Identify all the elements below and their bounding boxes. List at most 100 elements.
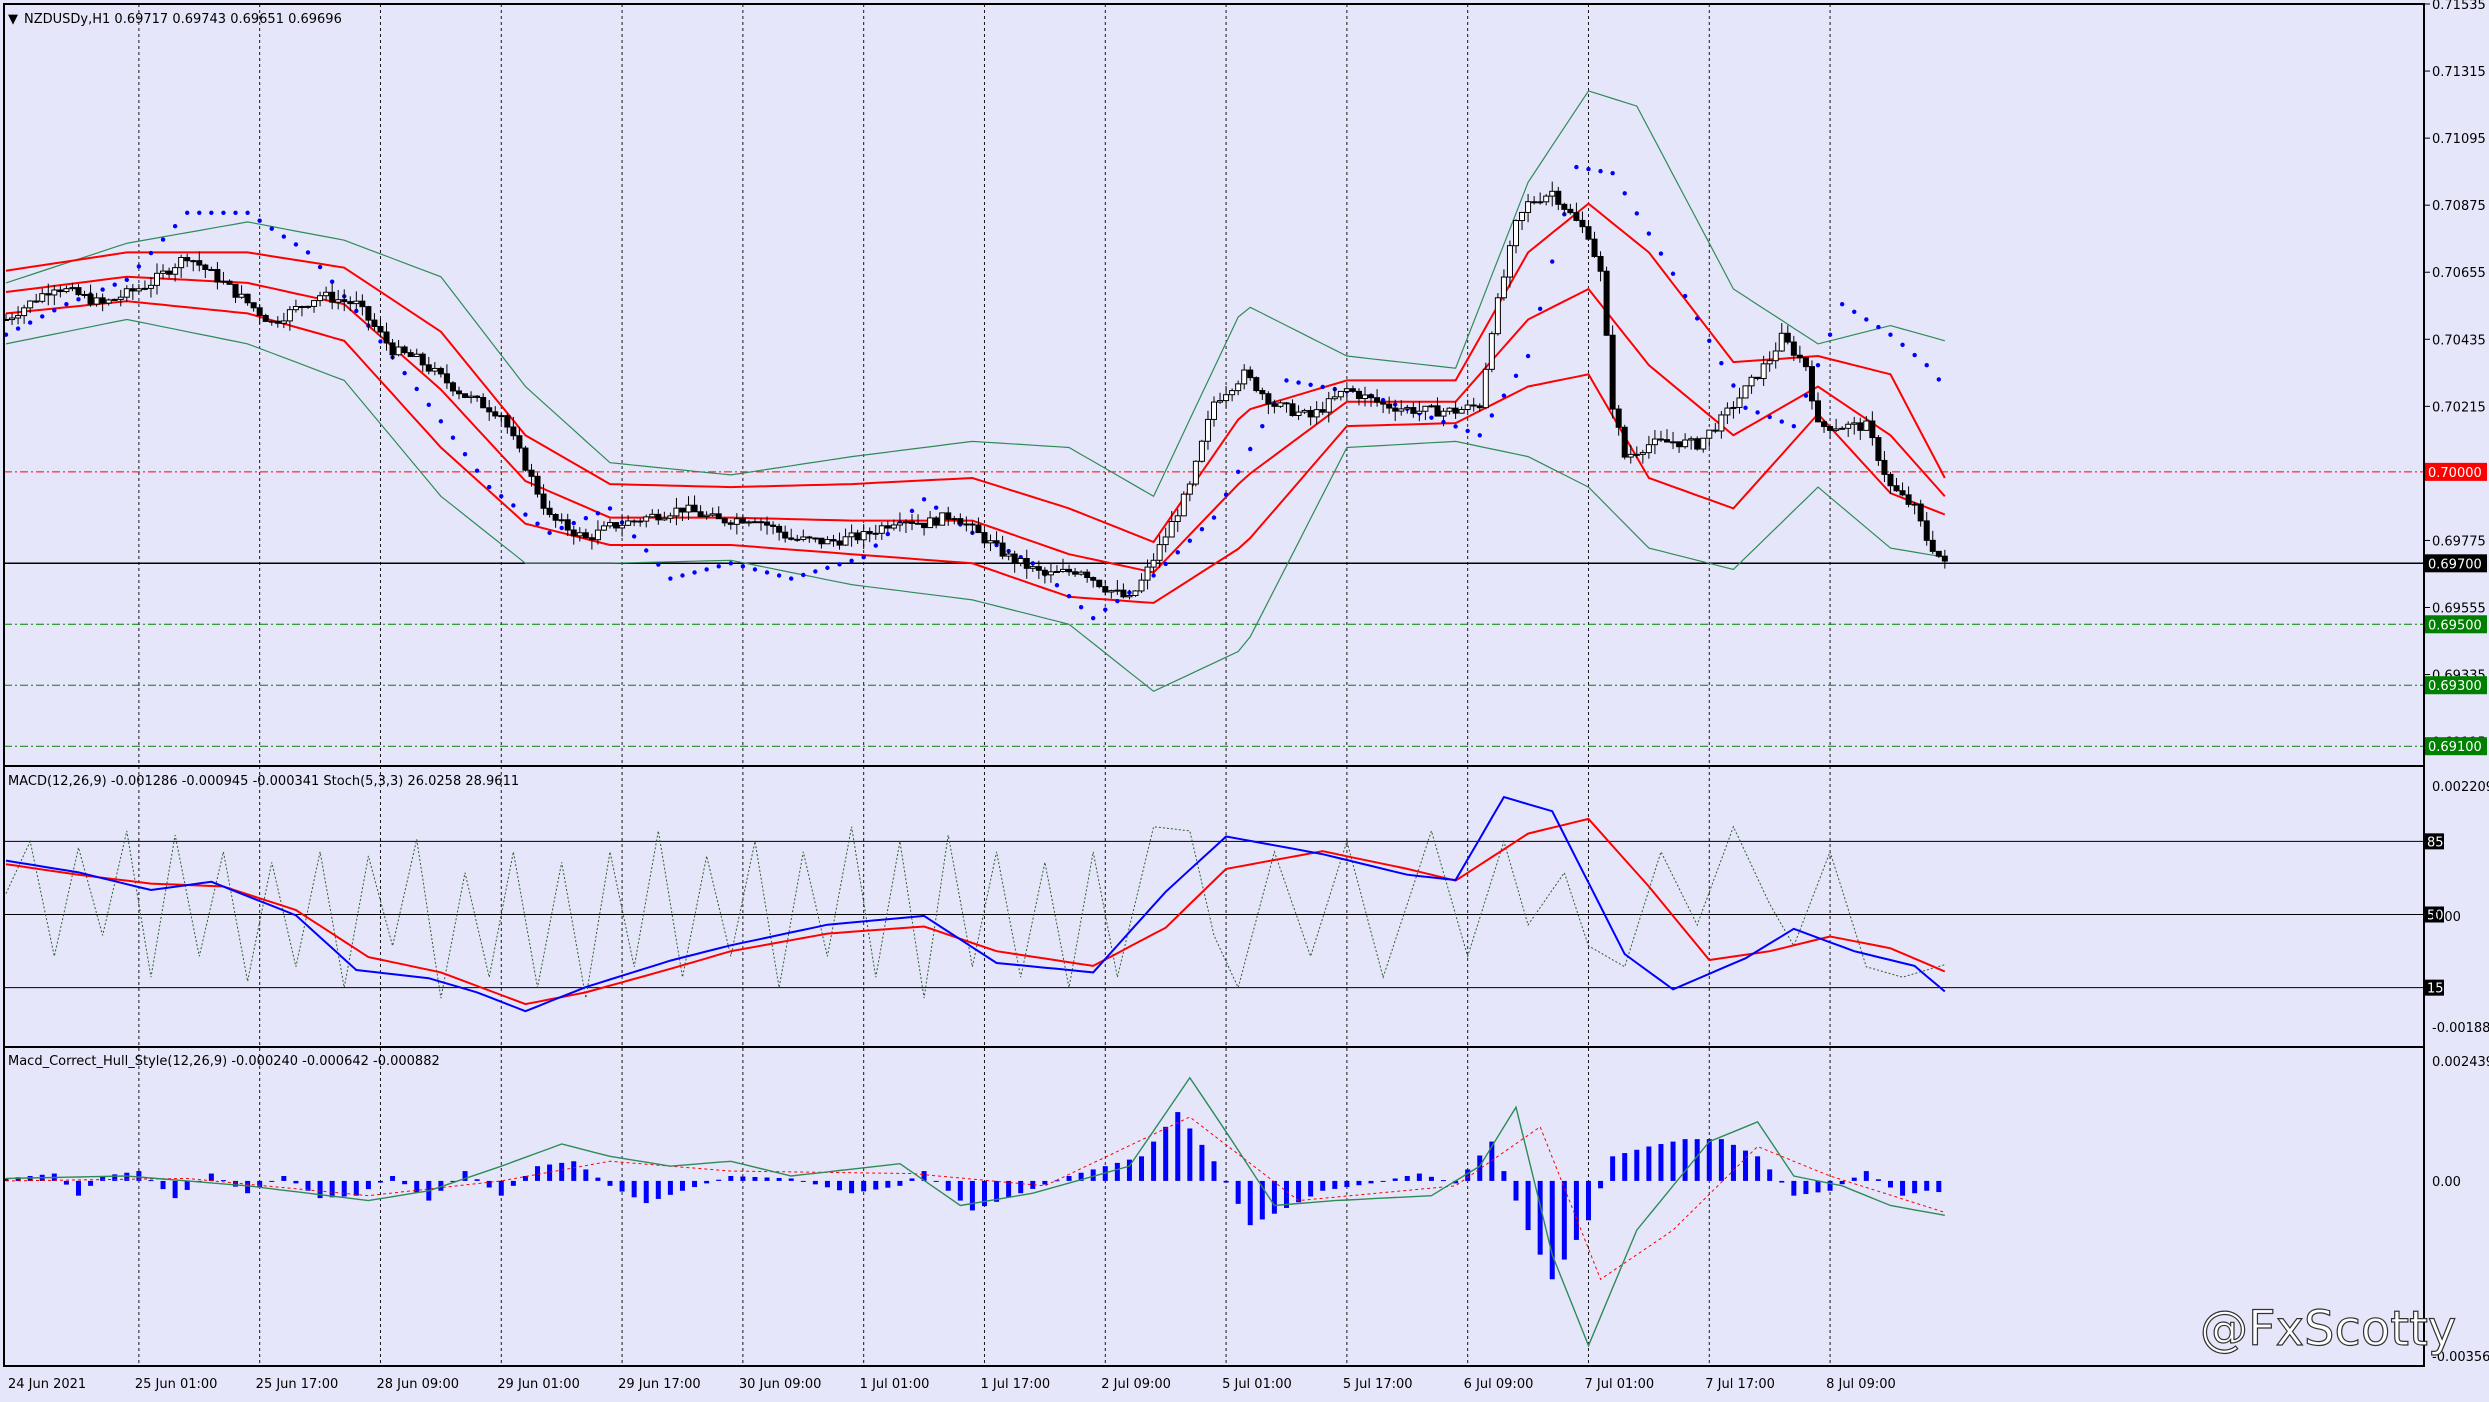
hist-bar xyxy=(1042,1180,1048,1185)
candle-body xyxy=(1277,402,1284,407)
hist-bar xyxy=(1114,1162,1120,1181)
candle-body xyxy=(1603,270,1610,336)
candle-body xyxy=(250,302,257,309)
psar-dot xyxy=(64,302,69,307)
candle-body xyxy=(1549,190,1556,197)
candle-body xyxy=(147,284,154,289)
hist-bar xyxy=(1682,1139,1688,1181)
psar-dot xyxy=(728,561,733,566)
y-tick-label: 0.71315 xyxy=(2432,65,2486,80)
candle-body xyxy=(1229,390,1236,396)
candle-body xyxy=(238,293,245,298)
candle-body xyxy=(389,342,396,356)
candle-body xyxy=(1041,569,1048,576)
hist-bar xyxy=(329,1180,335,1198)
candle-body xyxy=(1833,428,1840,431)
macd-y-label: -0.001889 xyxy=(2432,1021,2489,1036)
candle-body xyxy=(1114,589,1121,592)
candle-body xyxy=(1657,438,1664,441)
hist-bar xyxy=(1525,1180,1531,1231)
candle-body xyxy=(679,507,686,513)
candle-body xyxy=(552,513,559,521)
x-tick-label: 5 Jul 17:00 xyxy=(1343,1377,1413,1392)
hull-y-label: 0.00 xyxy=(2432,1175,2461,1190)
candle-body xyxy=(1615,408,1622,428)
candle-body xyxy=(1748,376,1755,387)
price-level-label: 0.69300 xyxy=(2428,679,2482,694)
hist-bar xyxy=(1199,1144,1205,1181)
psar-dot xyxy=(1695,316,1700,321)
candle-body xyxy=(462,393,469,398)
candle-body xyxy=(1211,401,1217,420)
candle-body xyxy=(1470,404,1477,407)
symbol-caret-icon[interactable]: ▼ xyxy=(8,12,18,27)
candle-body xyxy=(1821,421,1828,428)
psar-dot xyxy=(1634,211,1640,216)
psar-dot xyxy=(1429,415,1434,420)
watermark: @FxScotty xyxy=(2200,1301,2456,1357)
candle-body xyxy=(1929,539,1936,552)
candle-body xyxy=(739,518,746,524)
hist-bar xyxy=(933,1180,939,1182)
candle-body xyxy=(69,287,76,290)
psar-dot xyxy=(1103,607,1108,612)
hist-bar xyxy=(849,1180,855,1194)
macd-y-label: 0.00 xyxy=(2432,910,2461,925)
psar-dot xyxy=(1876,324,1881,330)
hist-bar xyxy=(281,1176,287,1181)
candle-body xyxy=(878,525,885,534)
hist-bar xyxy=(1018,1180,1024,1194)
y-tick-label: 0.70655 xyxy=(2432,266,2486,281)
psar-dot xyxy=(692,570,697,575)
candle-body xyxy=(208,269,215,272)
y-tick-label: 0.69775 xyxy=(2432,534,2486,549)
price-level-label: 0.69500 xyxy=(2428,618,2482,633)
candle-body xyxy=(1591,238,1598,258)
candle-body xyxy=(1368,394,1375,399)
psar-dot xyxy=(136,264,142,269)
hist-bar xyxy=(1755,1156,1761,1181)
candle-body xyxy=(123,288,130,298)
psar-dot xyxy=(1779,419,1784,424)
candle-body xyxy=(582,532,589,539)
y-tick-label: 0.71095 xyxy=(2432,132,2486,147)
candle-body xyxy=(286,309,293,322)
candle-body xyxy=(975,524,982,534)
chart-canvas: ▼ NZDUSDy,H1 0.69717 0.69743 0.69651 0.6… xyxy=(0,0,2489,1402)
candle-body xyxy=(1778,332,1785,352)
candle-body xyxy=(818,537,825,545)
hist-bar xyxy=(1561,1180,1567,1260)
hist-bar xyxy=(643,1180,649,1204)
candle-body xyxy=(196,260,203,266)
y-tick-label: 0.70435 xyxy=(2432,333,2486,348)
psar-dot xyxy=(317,264,323,270)
psar-dot xyxy=(1803,393,1809,398)
candle-body xyxy=(655,513,662,521)
candle-body xyxy=(425,364,432,372)
candle-body xyxy=(232,283,239,298)
candle-body xyxy=(202,264,209,271)
stoch-level-label: 85 xyxy=(2427,835,2444,850)
candle-body xyxy=(540,493,547,509)
hist-bar xyxy=(1308,1180,1314,1197)
candle-body xyxy=(999,542,1006,557)
hist-bar xyxy=(535,1166,541,1181)
candle-body xyxy=(51,289,58,296)
candle-body xyxy=(1186,483,1193,495)
candle-body xyxy=(1561,203,1568,210)
candle-body xyxy=(1343,388,1350,392)
candle-body xyxy=(691,504,698,513)
candle-body xyxy=(256,307,263,316)
candle-body xyxy=(347,301,354,305)
psar-dot xyxy=(257,218,262,223)
candle-body xyxy=(305,305,311,308)
hist-bar xyxy=(1549,1180,1555,1280)
candle-body xyxy=(1349,388,1356,392)
psar-dot xyxy=(414,386,419,392)
psar-dot xyxy=(1235,469,1241,475)
candle-body xyxy=(244,293,251,304)
hist-bar xyxy=(969,1180,975,1211)
candle-body xyxy=(474,395,481,398)
candle-body xyxy=(1168,520,1175,538)
psar-dot xyxy=(1731,383,1736,388)
